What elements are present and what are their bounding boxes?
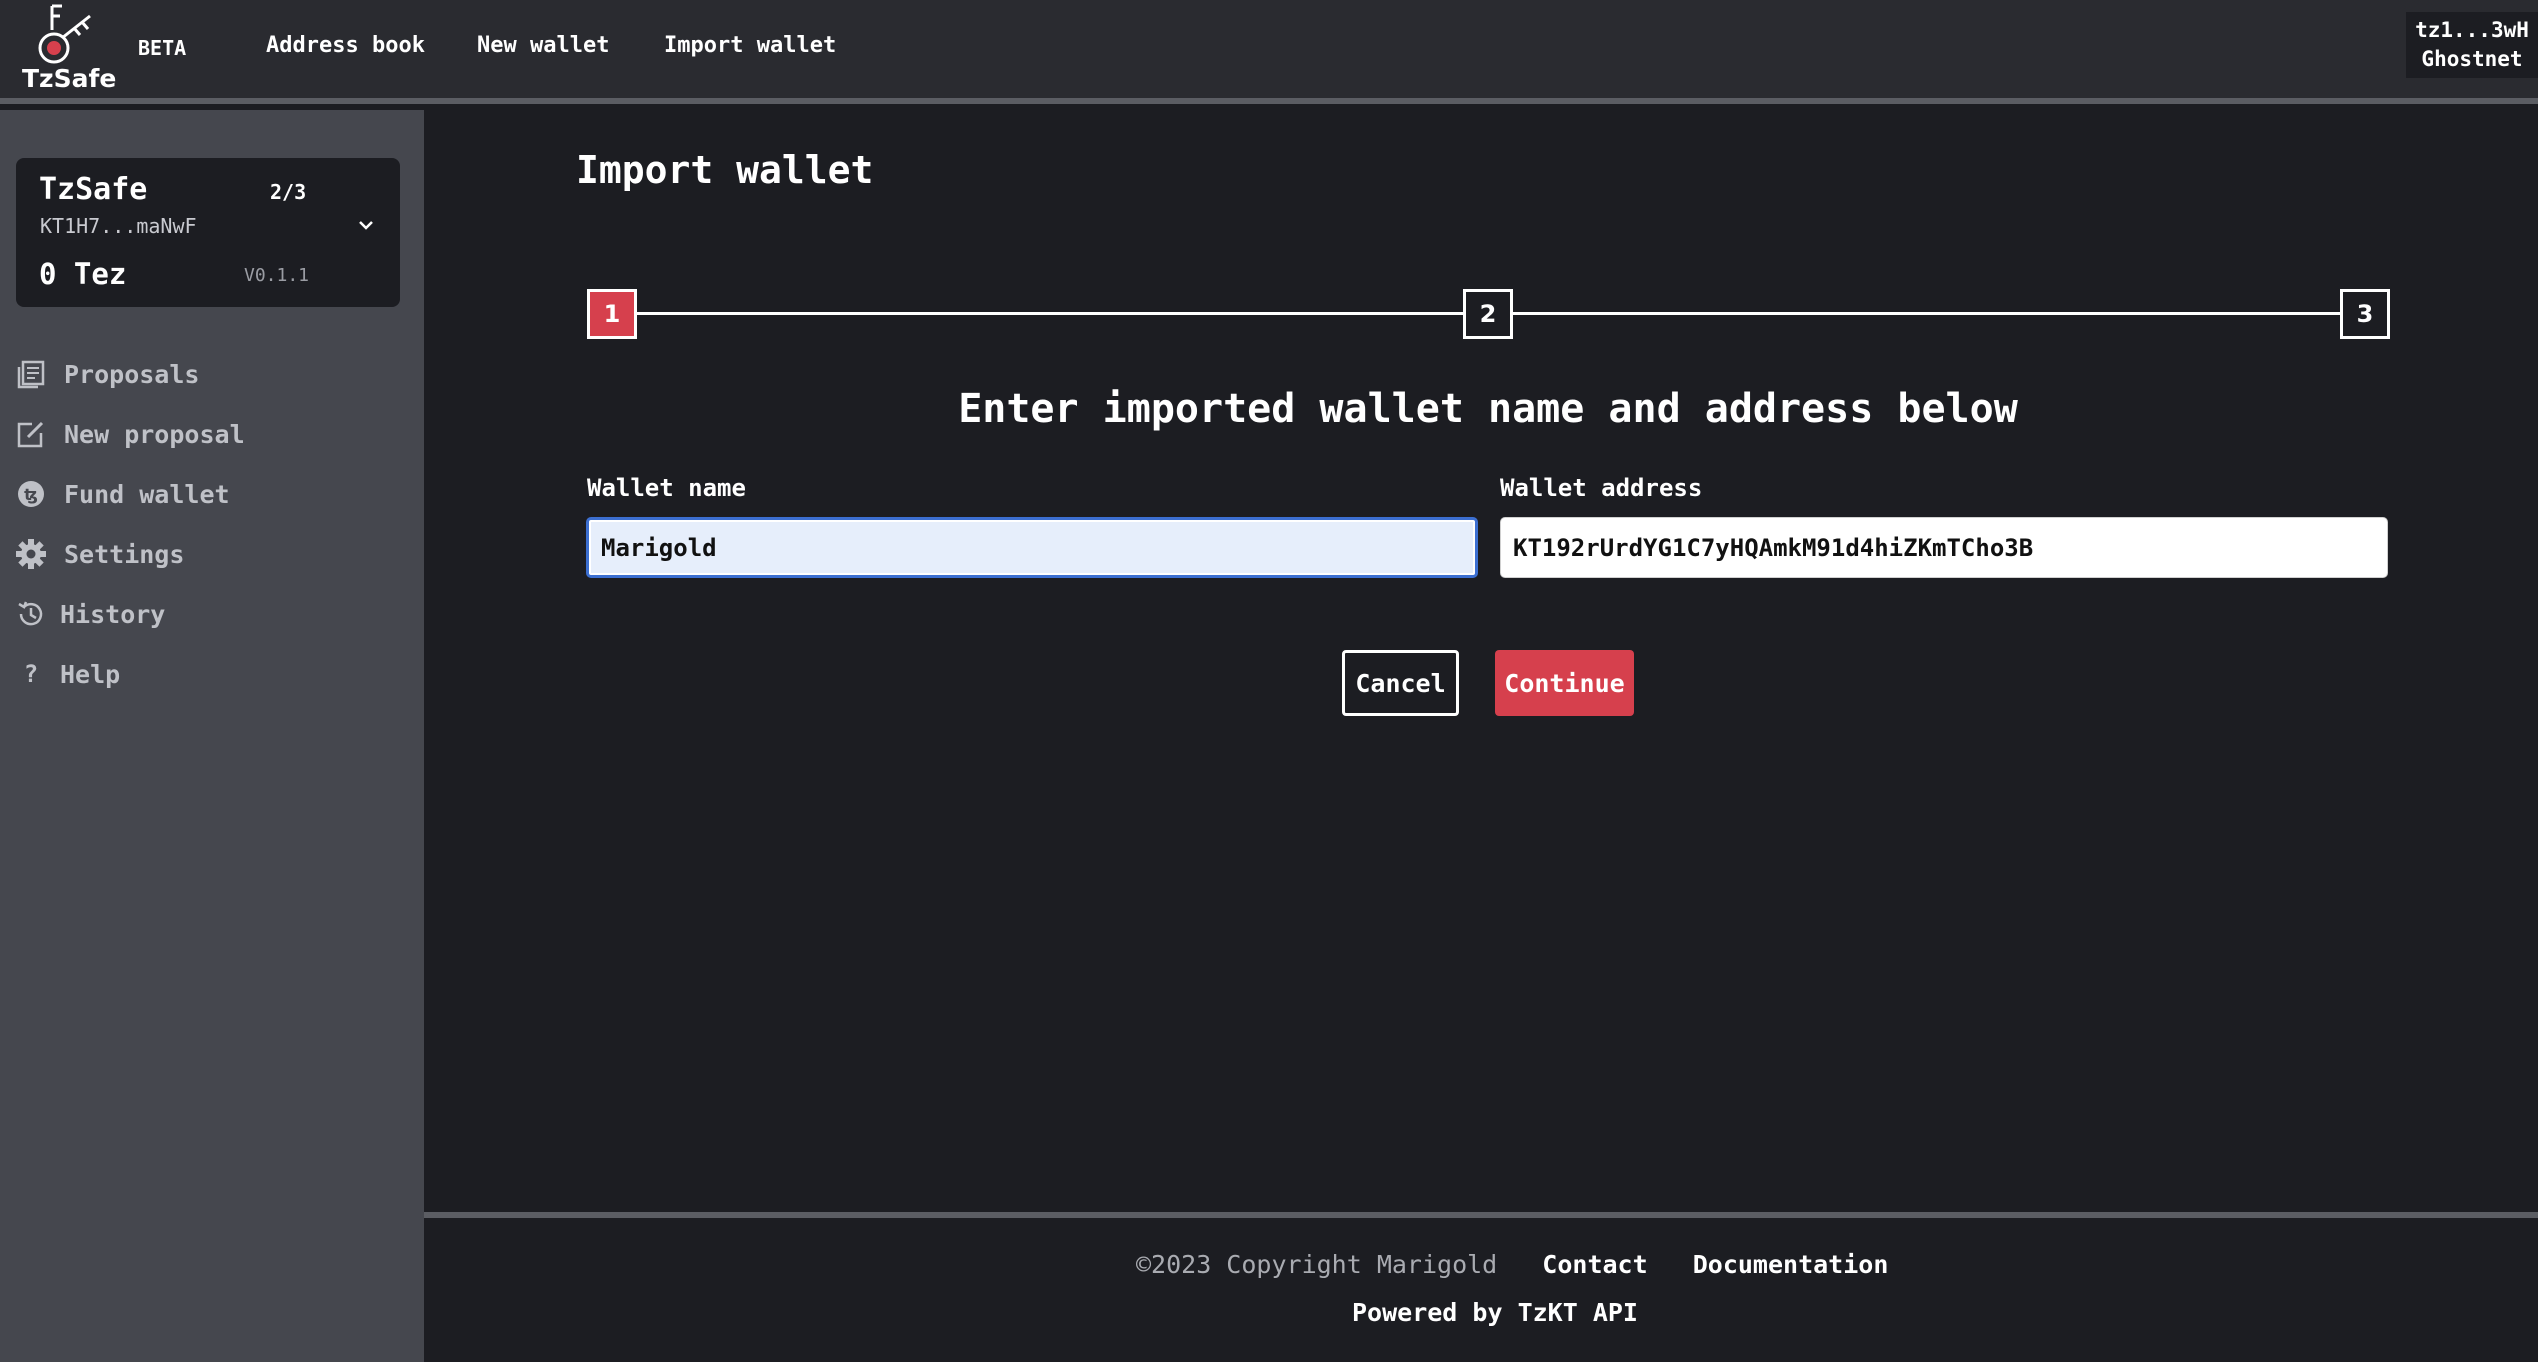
safe-logo-icon: [38, 4, 91, 64]
stepper-line: [1512, 312, 2342, 315]
stepper-line: [635, 312, 1465, 315]
help-icon: ?: [23, 660, 39, 688]
sidebar-item-fund-wallet[interactable]: ꜩ Fund wallet: [14, 474, 230, 514]
nav-import-wallet[interactable]: Import wallet: [664, 33, 836, 58]
gear-icon: [14, 537, 48, 571]
wallet-address-value: KT192rUrdYG1C7yHQAmkM91d4hiZKmTCho3B: [1513, 533, 2034, 562]
chevron-down-icon: [359, 221, 373, 230]
footer-documentation-link[interactable]: Documentation: [1693, 1250, 1889, 1279]
continue-button[interactable]: Continue: [1495, 650, 1634, 716]
wallet-address-label: Wallet address: [1500, 474, 1703, 502]
wallet-name-input[interactable]: Marigold: [586, 517, 1478, 578]
wallet-selector[interactable]: TzSafe 2/3 KT1H7...maNwF 0 Tez V0.1.1: [16, 158, 400, 307]
logo-text: TzSafe: [22, 64, 117, 93]
sidebar-item-history[interactable]: History: [14, 594, 165, 634]
step-3: 3: [2340, 289, 2390, 339]
svg-text:ꜩ: ꜩ: [24, 485, 38, 504]
sidebar-item-label: Proposals: [64, 359, 200, 389]
footer: ©2023 Copyright Marigold Contact Documen…: [424, 1212, 2538, 1362]
sidebar-item-label: Settings: [64, 539, 185, 569]
step-2: 2: [1463, 289, 1513, 339]
account-network: Ghostnet: [2421, 47, 2523, 71]
nav-new-wallet[interactable]: New wallet: [477, 33, 609, 58]
tzsafe-logo[interactable]: TzSafe: [18, 2, 118, 94]
step-1: 1: [587, 289, 637, 339]
sidebar-item-proposals[interactable]: Proposals: [14, 354, 199, 394]
footer-copyright: ©2023 Copyright Marigold: [1136, 1250, 1498, 1279]
page-title: Import wallet: [576, 148, 874, 192]
history-icon: [14, 597, 48, 631]
proposals-icon: [14, 357, 48, 391]
sidebar-item-label: History: [60, 599, 166, 629]
account-button[interactable]: tz1...3wH Ghostnet: [2406, 12, 2538, 78]
wallet-address-input[interactable]: KT192rUrdYG1C7yHQAmkM91d4hiZKmTCho3B: [1500, 517, 2388, 578]
sidebar-item-label: Help: [60, 659, 121, 689]
wallet-name: TzSafe: [39, 172, 148, 207]
wallet-name-value: Marigold: [601, 533, 717, 562]
form-heading: Enter imported wallet name and address b…: [958, 386, 2018, 432]
wallet-address: KT1H7...maNwF: [40, 214, 197, 238]
sidebar-item-new-proposal[interactable]: New proposal: [14, 414, 245, 454]
sidebar: TzSafe 2/3 KT1H7...maNwF 0 Tez V0.1.1 Pr…: [0, 110, 424, 1362]
beta-badge: BETA: [138, 36, 187, 60]
wallet-threshold: 2/3: [270, 180, 307, 204]
edit-icon: [14, 417, 48, 451]
footer-contact-link[interactable]: Contact: [1542, 1250, 1647, 1279]
footer-links: ©2023 Copyright Marigold Contact Documen…: [1136, 1250, 1888, 1279]
nav-address-book[interactable]: Address book: [266, 33, 425, 58]
sidebar-item-label: Fund wallet: [64, 479, 230, 509]
cancel-button[interactable]: Cancel: [1342, 650, 1459, 716]
sidebar-item-label: New proposal: [64, 419, 245, 449]
top-bar: TzSafe BETA Address book New wallet Impo…: [0, 0, 2538, 104]
wallet-name-label: Wallet name: [587, 474, 746, 502]
tezos-coin-icon: ꜩ: [14, 477, 48, 511]
account-address: tz1...3wH: [2415, 18, 2529, 42]
sidebar-item-settings[interactable]: Settings: [14, 534, 184, 574]
sidebar-item-help[interactable]: ? Help: [14, 654, 120, 694]
wallet-balance: 0 Tez: [39, 257, 127, 291]
footer-powered-by[interactable]: Powered by TzKT API: [1352, 1298, 1638, 1327]
wallet-version: V0.1.1: [244, 265, 310, 286]
